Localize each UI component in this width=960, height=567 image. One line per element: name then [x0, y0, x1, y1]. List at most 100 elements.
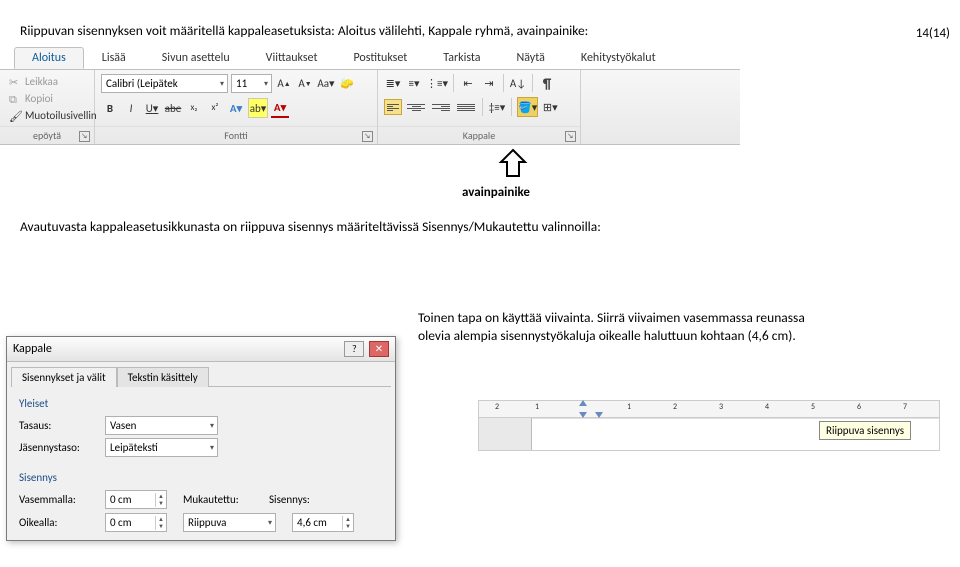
borders-button[interactable]: ⊞▾ [541, 98, 559, 116]
paragraph-group-label: Kappale ↘ [378, 126, 580, 144]
align-right-button[interactable] [430, 98, 452, 116]
section-sisennys: Sisennys [19, 471, 383, 484]
show-marks-button[interactable]: ¶ [538, 74, 556, 92]
tab-aloitus[interactable]: Aloitus [14, 47, 84, 69]
font-launcher-icon[interactable]: ↘ [362, 131, 373, 142]
format-painter-button[interactable]: 🖌 Muotoilusivellin [6, 108, 88, 123]
oikealla-value: 0 cm [110, 516, 132, 529]
copy-button[interactable]: ⧉ Kopioi [6, 91, 88, 106]
label-jasennystaso: Jäsennystaso: [19, 441, 105, 454]
ruler-tooltip: Riippuva sisennys [819, 421, 911, 440]
ruler-bar[interactable]: 2 1 1 2 3 4 5 6 7 [479, 401, 939, 418]
chevron-down-icon: ▾ [329, 77, 335, 90]
ruler-num: 1 [627, 402, 631, 412]
increase-indent-button[interactable]: ⇥ [480, 74, 498, 92]
clipboard-label-text: epöytä [33, 129, 61, 142]
shading-button[interactable]: 🪣▾ [517, 97, 538, 117]
mukautettu-combo[interactable]: Riippuva ▾ [183, 513, 276, 532]
page-number: 14(14) [916, 26, 950, 41]
font-color-button[interactable]: A▾ [271, 98, 289, 118]
chevron-down-icon: ▾ [281, 101, 287, 114]
ruler-num: 6 [857, 402, 861, 412]
chevron-down-icon: ▾ [153, 102, 159, 115]
tab-sisennykset[interactable]: Sisennykset ja välit [11, 367, 117, 387]
chevron-down-icon: ▾ [210, 421, 214, 431]
font-group: Calibri (Leipätek ▾ 11▾ A▲ A▼ Aa▾ 🧽 B I U… [95, 70, 378, 144]
grow-font-button[interactable]: A▲ [275, 75, 293, 93]
chevron-down-icon: ▾ [220, 79, 224, 89]
chevron-down-icon: ▾ [264, 79, 268, 89]
tab-sivun-asettelu[interactable]: Sivun asettelu [144, 47, 248, 69]
underline-button[interactable]: U▾ [143, 99, 161, 117]
align-left-button[interactable] [384, 99, 402, 115]
bold-button[interactable]: B [101, 99, 119, 117]
superscript-button[interactable]: x² [206, 98, 224, 116]
subscript-button[interactable]: x₂ [185, 98, 203, 116]
left-indent-marker[interactable] [595, 412, 603, 418]
cut-label: Leikkaa [25, 75, 58, 88]
spin-down-icon[interactable]: ▼ [343, 523, 353, 530]
label-tasaus: Tasaus: [19, 419, 105, 432]
brush-icon: 🖌 [9, 110, 21, 122]
tab-postitukset[interactable]: Postitukset [335, 47, 425, 69]
align-center-button[interactable] [405, 98, 427, 116]
chevron-down-icon: ▾ [268, 518, 272, 528]
oikealla-spinner[interactable]: 0 cm ▲▼ [105, 513, 167, 532]
tasaus-combo[interactable]: Vasen▾ [105, 416, 218, 435]
shrink-font-button[interactable]: A▼ [296, 75, 314, 93]
tab-kehitystyokalut[interactable]: Kehitystyökalut [563, 47, 674, 69]
sort-button[interactable]: A↓ [509, 74, 527, 92]
dialog-titlebar: Kappale ? ✕ [7, 337, 395, 362]
vasemmalla-value: 0 cm [110, 493, 132, 506]
tab-tekstin-kasittely[interactable]: Tekstin käsittely [117, 367, 209, 387]
help-button[interactable]: ? [344, 341, 364, 357]
ruler-num: 3 [719, 402, 723, 412]
intro-text-2: Avautuvasta kappaleasetusikkunasta on ri… [20, 218, 940, 235]
numbering-button[interactable]: ≡▾ [405, 74, 423, 92]
chevron-down-icon: ▾ [237, 102, 243, 115]
paragraph-dialog: Kappale ? ✕ Sisennykset ja välit Tekstin… [6, 336, 396, 541]
section-yleiset: Yleiset [19, 397, 383, 410]
text-effects-button[interactable]: A▾ [227, 99, 245, 117]
tab-nayta[interactable]: Näytä [499, 47, 563, 69]
first-line-indent-marker[interactable] [579, 400, 587, 406]
clipboard-launcher-icon[interactable]: ↘ [79, 131, 90, 142]
ruler-num: 4 [765, 402, 769, 412]
clear-formatting-button[interactable]: 🧽 [338, 75, 356, 93]
strikethrough-button[interactable]: abe [164, 99, 182, 117]
jasennystaso-combo[interactable]: Leipäteksti▾ [105, 438, 218, 457]
close-button[interactable]: ✕ [369, 341, 389, 357]
tab-tarkista[interactable]: Tarkista [425, 47, 498, 69]
font-label-text: Fontti [224, 129, 247, 142]
copy-label: Kopioi [25, 92, 53, 105]
paragraph-launcher-icon[interactable]: ↘ [565, 131, 576, 142]
line-spacing-button[interactable]: ‡≡▾ [488, 98, 506, 116]
tab-viittaukset[interactable]: Viittaukset [248, 47, 336, 69]
bullets-button[interactable]: ≣▾ [384, 74, 402, 92]
spin-down-icon[interactable]: ▼ [156, 523, 166, 530]
decrease-indent-button[interactable]: ⇤ [459, 74, 477, 92]
hanging-indent-marker[interactable] [579, 412, 587, 418]
cut-button[interactable]: ✂ Leikkaa [6, 74, 88, 89]
vasemmalla-spinner[interactable]: 0 cm ▲▼ [105, 490, 167, 509]
highlight-button[interactable]: ab▾ [248, 98, 268, 118]
font-size-combo[interactable]: 11▾ [231, 74, 272, 93]
chevron-down-icon: ▾ [210, 443, 214, 453]
italic-button[interactable]: I [122, 99, 140, 117]
mukautettu-value: Riippuva [188, 516, 226, 529]
label-oikealla: Oikealla: [19, 516, 105, 529]
paragraph-label-text: Kappale [463, 129, 495, 142]
font-group-label: Fontti ↘ [95, 126, 377, 144]
sisennys-spinner[interactable]: 4,6 cm ▲▼ [292, 513, 354, 532]
change-case-button[interactable]: Aa▾ [317, 75, 335, 93]
spin-down-icon[interactable]: ▼ [156, 500, 166, 507]
font-name-combo[interactable]: Calibri (Leipätek ▾ [101, 74, 228, 93]
ruler-num: 2 [495, 402, 499, 412]
ruler-num: 7 [903, 402, 907, 412]
multilevel-list-button[interactable]: ⋮≡▾ [426, 74, 448, 92]
font-name-value: Calibri (Leipätek [106, 77, 178, 90]
justify-button[interactable] [455, 98, 477, 116]
label-sisennys: Sisennys: [269, 493, 323, 506]
label-vasemmalla: Vasemmalla: [19, 493, 105, 506]
tab-lisaa[interactable]: Lisää [84, 47, 144, 69]
